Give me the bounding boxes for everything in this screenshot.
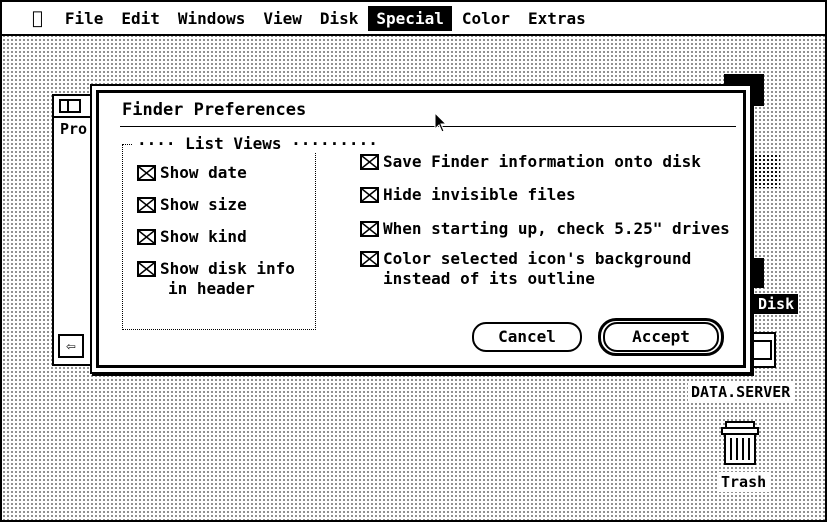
menu-extras[interactable]: Extras (520, 6, 594, 31)
menu-special[interactable]: Special (368, 5, 452, 31)
hide-invisible-files-label: Hide invisible files (383, 185, 576, 204)
accept-button[interactable]: Accept (603, 322, 719, 352)
show-disk-info-label: Show disk info in header (160, 259, 295, 299)
mouse-pointer-icon (434, 111, 448, 134)
show-date-label: Show date (160, 163, 247, 182)
show-disk-info-checkbox[interactable] (137, 261, 156, 277)
menu-view[interactable]: View (255, 6, 310, 31)
server-icon-label[interactable]: DATA.SERVER (688, 382, 794, 402)
desktop-icon-fragment[interactable] (750, 258, 764, 288)
show-kind-option[interactable]: Show kind (137, 227, 247, 247)
menu-disk[interactable]: Disk (312, 6, 367, 31)
menu-windows[interactable]: Windows (170, 6, 253, 31)
check-drives-checkbox[interactable] (360, 221, 379, 237)
trash-icon[interactable] (718, 420, 762, 466)
color-selected-icon-line1: Color selected icon's background (383, 249, 692, 268)
show-date-checkbox[interactable] (137, 165, 156, 181)
color-selected-icon-label: Color selected icon's background instead… (383, 249, 691, 289)
show-size-label: Show size (160, 195, 247, 214)
show-disk-info-line2: in header (168, 279, 255, 298)
check-drives-label: When starting up, check 5.25" drives (383, 219, 730, 238)
check-drives-option[interactable]: When starting up, check 5.25" drives (360, 219, 730, 239)
desktop:  File Edit Windows View Disk Special Co… (0, 0, 827, 522)
show-size-option[interactable]: Show size (137, 195, 247, 215)
scroll-left-arrow-icon[interactable]: ⇦ (58, 334, 84, 358)
list-views-group: ···· List Views ········· Show date Show… (122, 134, 382, 330)
hide-invisible-files-checkbox[interactable] (360, 187, 379, 203)
desktop-icon-fragment[interactable] (754, 154, 780, 188)
menu-edit[interactable]: Edit (113, 6, 168, 31)
show-date-option[interactable]: Show date (137, 163, 247, 183)
apple-icon[interactable]:  (32, 8, 43, 29)
menu-color[interactable]: Color (454, 6, 518, 31)
title-divider (120, 126, 736, 127)
color-selected-icon-line2: instead of its outline (383, 269, 595, 288)
save-finder-info-checkbox[interactable] (360, 154, 379, 170)
cancel-button[interactable]: Cancel (472, 322, 582, 352)
disk-icon-label[interactable]: Disk (754, 294, 799, 314)
close-box-icon[interactable] (59, 99, 81, 113)
save-finder-info-label: Save Finder information onto disk (383, 152, 701, 171)
hide-invisible-files-option[interactable]: Hide invisible files (360, 185, 576, 205)
trash-icon-label[interactable]: Trash (718, 472, 770, 492)
menu-file[interactable]: File (57, 6, 112, 31)
show-size-checkbox[interactable] (137, 197, 156, 213)
show-disk-info-line1: Show disk info (160, 259, 295, 278)
menu-bar:  File Edit Windows View Disk Special Co… (2, 2, 825, 36)
show-kind-label: Show kind (160, 227, 247, 246)
finder-preferences-dialog: Finder Preferences ···· List Views ·····… (90, 84, 752, 374)
save-finder-info-option[interactable]: Save Finder information onto disk (360, 152, 701, 172)
color-selected-icon-checkbox[interactable] (360, 251, 379, 267)
show-kind-checkbox[interactable] (137, 229, 156, 245)
dialog-title: Finder Preferences (122, 100, 307, 120)
show-disk-info-option[interactable]: Show disk info in header (137, 259, 295, 299)
list-views-legend: ···· List Views ········· (133, 134, 382, 153)
color-selected-icon-option[interactable]: Color selected icon's background instead… (360, 249, 691, 289)
